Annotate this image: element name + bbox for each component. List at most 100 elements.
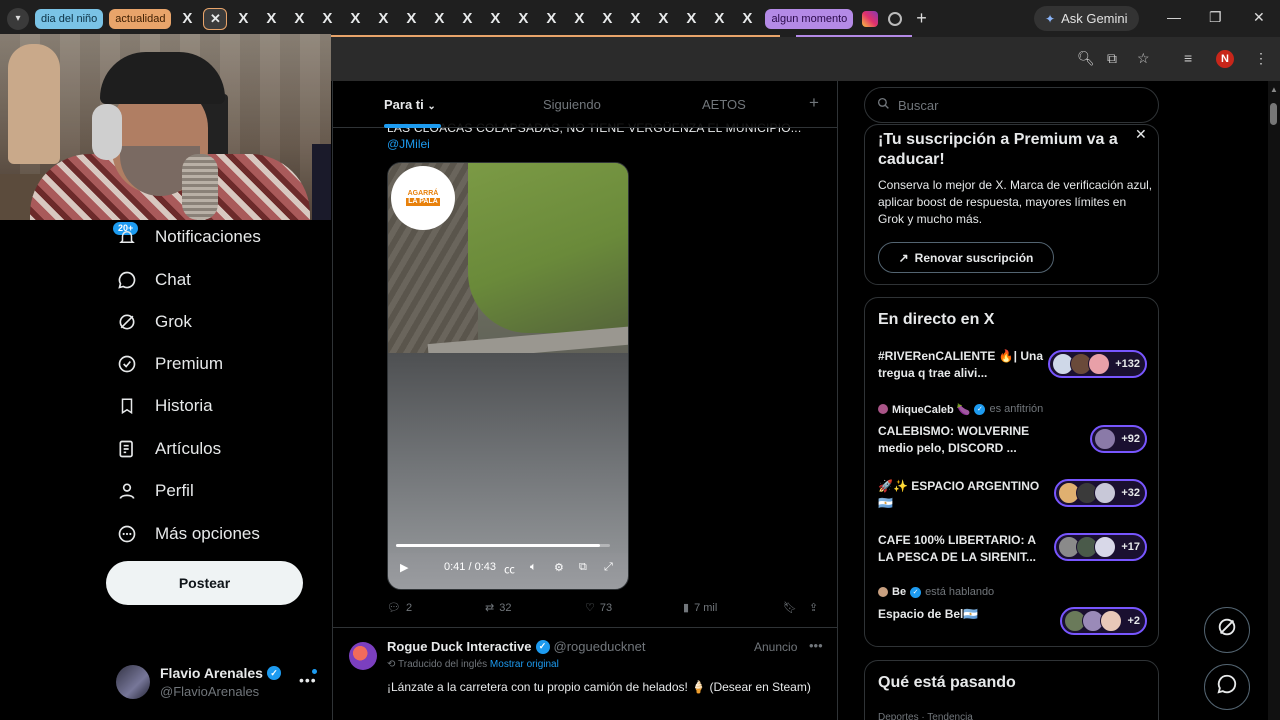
tab-x[interactable]: X [679, 8, 703, 30]
live-space-item[interactable]: CAFE 100% LIBERTARIO: A LA PESCA DE LA S… [878, 532, 1148, 566]
tab-x[interactable]: X [455, 8, 479, 30]
tab-group-actualidad[interactable]: actualidad [109, 8, 172, 29]
post-button[interactable]: Postear [106, 561, 303, 605]
nav-item-history[interactable]: Historia [117, 391, 213, 421]
tab-x[interactable]: X [287, 8, 311, 30]
renew-subscription-button[interactable]: ↗ Renovar suscripción [878, 242, 1054, 273]
more-icon[interactable]: ••• [299, 672, 317, 688]
tab-x[interactable]: X [259, 8, 283, 30]
tab-x[interactable]: X [567, 8, 591, 30]
close-window-button[interactable]: ✕ [1253, 9, 1265, 26]
new-tab-button[interactable]: + [916, 8, 927, 29]
nav-item-more-options[interactable]: Más opciones [117, 519, 260, 549]
tab-x[interactable]: X [707, 8, 731, 30]
tab-x[interactable]: X [315, 8, 339, 30]
tab-aetos[interactable]: AETOS [702, 97, 746, 112]
account-name: Flavio Arenales ✓ [160, 665, 281, 681]
profile-avatar[interactable]: N [1216, 50, 1234, 68]
timeline-tabs: Para ti ⌄ Siguiendo AETOS + [333, 81, 837, 128]
tab-x[interactable]: X [231, 8, 255, 30]
play-icon[interactable]: ▶ [400, 561, 408, 574]
tab-x[interactable]: X [595, 8, 619, 30]
premium-expiry-card: ¡Tu suscripción a Premium va a caducar! … [864, 124, 1159, 285]
nav-item-articles[interactable]: Artículos [117, 434, 221, 464]
promoted-tweet[interactable]: Rogue Duck Interactive ✓ @rogueducknet Anu… [333, 628, 837, 720]
add-tab-button[interactable]: + [809, 93, 819, 113]
listeners-pill: +17 [1054, 533, 1147, 561]
premium-title: ¡Tu suscripción a Premium va a caducar! [878, 131, 1118, 168]
account-switcher[interactable]: Flavio Arenales ✓ @FlavioArenales ••• [116, 662, 326, 702]
grok-icon [117, 312, 137, 332]
grok-fab-button[interactable] [1204, 607, 1250, 653]
ad-author[interactable]: Rogue Duck Interactive ✓ @rogueducknet [387, 639, 645, 654]
minimize-button[interactable]: — [1167, 9, 1181, 25]
views-icon: ▮ [683, 602, 690, 614]
globe-icon[interactable] [888, 11, 903, 26]
nav-item-profile[interactable]: Perfil [117, 476, 194, 506]
search-input[interactable]: Buscar [864, 87, 1159, 123]
page-scrollbar[interactable]: ▲ [1268, 81, 1280, 720]
tab-search-menu-button[interactable]: ▾ [7, 7, 29, 30]
tab-x[interactable]: X [483, 8, 507, 30]
settings-icon[interactable]: ⚙ [554, 561, 564, 574]
like-button[interactable]: ♡ 73 [585, 601, 612, 615]
live-host: Be ✓ está hablando [878, 585, 1148, 599]
tab-x[interactable]: X [371, 8, 395, 30]
listener-count: +32 [1121, 487, 1140, 499]
live-space-item[interactable]: Be ✓ está hablando Espacio de Bel🇦🇷 +2 [878, 585, 1148, 635]
views-button[interactable]: ▮ 7 mil [683, 601, 718, 615]
messages-fab-button[interactable] [1204, 664, 1250, 710]
listener-count: +17 [1121, 541, 1140, 553]
live-space-item[interactable]: 🚀✨ ESPACIO ARGENTINO 🇦🇷 +32 [878, 478, 1148, 512]
scrollbar-thumb[interactable] [1270, 103, 1277, 125]
tab-group-algun-momento[interactable]: algun momento [765, 8, 854, 29]
fullscreen-icon[interactable]: ⤢ [604, 561, 613, 574]
tab-active-close[interactable]: ✕ [203, 7, 228, 30]
nav-item-notifications[interactable]: Notificaciones [117, 222, 261, 252]
nav-item-grok[interactable]: Grok [117, 307, 192, 337]
ask-gemini-button[interactable]: ✦ Ask Gemini [1034, 6, 1139, 31]
scroll-up-arrow[interactable]: ▲ [1270, 85, 1278, 94]
live-space-title: Espacio de Bel🇦🇷 [878, 607, 979, 621]
tab-x[interactable]: X [399, 8, 423, 30]
tab-x[interactable]: X [343, 8, 367, 30]
video-progress-bar[interactable] [396, 544, 610, 547]
tab-group-dia-del-nino[interactable]: dia del niño [35, 8, 104, 29]
install-app-icon[interactable]: ⧉ [1107, 50, 1117, 67]
logo-text: AGARRÁ [407, 190, 439, 197]
view-count: 7 mil [694, 601, 718, 614]
instagram-icon[interactable] [862, 10, 879, 27]
reading-list-icon[interactable]: ≡ [1184, 50, 1192, 66]
tweet-mention-link[interactable]: @JMilei [387, 137, 430, 151]
close-icon[interactable]: ✕ [1135, 126, 1147, 143]
avatar[interactable] [349, 642, 377, 670]
bookmark-button[interactable]: 🔖︎ [783, 601, 797, 614]
tab-x[interactable]: X [539, 8, 563, 30]
browser-menu-icon[interactable]: ⋮ [1254, 50, 1268, 67]
captions-icon[interactable]: ㏄ [504, 561, 515, 577]
star-bookmark-icon[interactable]: ☆ [1137, 50, 1150, 67]
zoom-icon[interactable]: 🔍︎ [1077, 50, 1095, 67]
nav-item-premium[interactable]: Premium [117, 349, 223, 379]
tab-x[interactable]: X [735, 8, 759, 30]
tab-x[interactable]: X [427, 8, 451, 30]
host-name: Be [892, 586, 907, 598]
reply-button[interactable]: 💬︎ 2 [387, 601, 412, 615]
restore-button[interactable]: ❐ [1209, 9, 1222, 26]
tab-siguiendo[interactable]: Siguiendo [543, 97, 601, 112]
show-original-link[interactable]: Mostrar original [490, 659, 559, 670]
live-space-item[interactable]: MiqueCaleb 🍆 ✓ es anfitrión CALEBISMO: WOL… [878, 402, 1148, 457]
tab-x[interactable]: X [511, 8, 535, 30]
share-button[interactable]: ⇪ [809, 601, 818, 614]
tab-x[interactable]: X [651, 8, 675, 30]
tab-x[interactable]: X [623, 8, 647, 30]
more-icon[interactable]: ••• [809, 638, 823, 653]
video-player[interactable]: AGARRÁ LA PALA ▶ 0:41 / 0:43 ㏄ 🔈︎ ⚙ ⧉ ⤢ [387, 162, 629, 590]
nav-item-chat[interactable]: Chat [117, 265, 191, 295]
tab-para-ti[interactable]: Para ti ⌄ [384, 97, 436, 112]
live-space-item[interactable]: #RIVERenCALIENTE 🔥| Una tregua q trae al… [878, 348, 1148, 382]
tab-x[interactable]: X [175, 8, 199, 30]
repost-button[interactable]: ⇄ 32 [485, 601, 511, 615]
volume-icon[interactable]: 🔈︎ [530, 561, 537, 574]
pip-icon[interactable]: ⧉ [579, 561, 587, 574]
